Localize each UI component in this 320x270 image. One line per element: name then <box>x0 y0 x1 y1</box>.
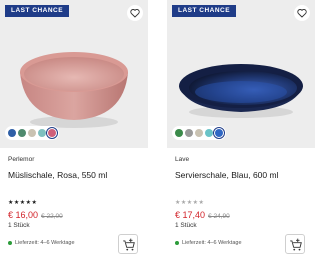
product-title[interactable]: Servierschale, Blau, 600 ml <box>175 170 278 180</box>
rating-stars: ★★★★★ <box>175 200 205 206</box>
product-title[interactable]: Müslischale, Rosa, 550 ml <box>8 170 107 180</box>
product-image[interactable]: LAST CHANCE <box>0 0 148 148</box>
rating-stars: ★★★★★ <box>8 200 38 206</box>
swatch-beige[interactable] <box>195 129 203 137</box>
delivery-text: Lieferzeit: 4–6 Werktage <box>15 240 75 246</box>
swatch-blue[interactable] <box>213 127 225 139</box>
price: € 16,00 € 22,00 <box>8 210 63 220</box>
current-price: € 16,00 <box>8 210 39 220</box>
product-image[interactable]: LAST CHANCE <box>167 0 315 148</box>
swatch-teal[interactable] <box>38 129 46 137</box>
old-price: € 24,90 <box>208 213 230 220</box>
availability-dot-icon <box>175 241 179 245</box>
delivery-info: Lieferzeit: 4–6 Werktage <box>175 240 242 246</box>
heart-icon[interactable] <box>294 5 310 21</box>
swatch-green[interactable] <box>175 129 183 137</box>
swatch-pink[interactable] <box>46 127 58 139</box>
heart-icon[interactable] <box>127 5 143 21</box>
add-to-cart-button[interactable] <box>285 234 305 254</box>
swatch-grey[interactable] <box>185 129 193 137</box>
old-price: € 22,00 <box>41 213 63 220</box>
price: € 17,40 € 24,90 <box>175 210 230 220</box>
cart-plus-icon <box>123 238 135 251</box>
current-price: € 17,40 <box>175 210 206 220</box>
last-chance-badge: LAST CHANCE <box>172 5 237 17</box>
color-swatches <box>5 126 59 140</box>
unit-label: 1 Stück <box>175 222 197 229</box>
last-chance-badge: LAST CHANCE <box>5 5 70 17</box>
availability-dot-icon <box>8 241 12 245</box>
unit-label: 1 Stück <box>8 222 30 229</box>
product-card-muslischale[interactable]: LAST CHANCE Perlemor Müslischale, Rosa, … <box>0 0 148 270</box>
add-to-cart-button[interactable] <box>118 234 138 254</box>
color-swatches <box>172 126 226 140</box>
swatch-blue[interactable] <box>8 129 16 137</box>
product-grid: LAST CHANCE Perlemor Müslischale, Rosa, … <box>0 0 315 270</box>
swatch-teal[interactable] <box>205 129 213 137</box>
product-brand: Perlemor <box>8 156 35 163</box>
swatch-beige[interactable] <box>28 129 36 137</box>
product-card-servierschale[interactable]: LAST CHANCE Lave Servierschale, Blau, 60… <box>167 0 315 270</box>
swatch-green[interactable] <box>18 129 26 137</box>
delivery-text: Lieferzeit: 4–6 Werktage <box>182 240 242 246</box>
cart-plus-icon <box>290 238 302 251</box>
product-brand: Lave <box>175 156 190 163</box>
delivery-info: Lieferzeit: 4–6 Werktage <box>8 240 75 246</box>
